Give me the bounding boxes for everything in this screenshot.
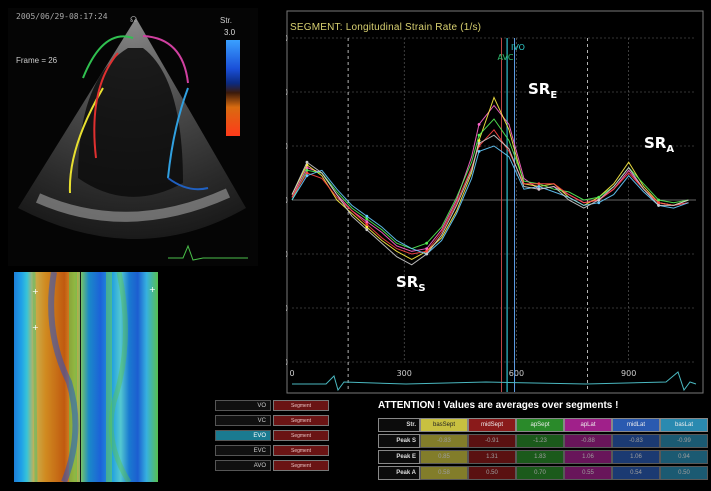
table-cell: -0.83	[612, 434, 660, 448]
timestamp: 2005/06/29-08:17:24	[16, 12, 108, 21]
legend-row[interactable]: VO Segment	[215, 400, 340, 411]
table-cell: 0.85	[420, 450, 468, 464]
table-header-label: Str.	[378, 418, 420, 432]
table-cell: 0.94	[660, 450, 708, 464]
ivo-label: IVO	[511, 43, 525, 52]
series-point	[597, 201, 601, 205]
avc-label: AVC	[497, 53, 513, 62]
legend-row[interactable]: AVO Segment	[215, 460, 340, 471]
series-point	[425, 241, 429, 245]
table-cell: -0.83	[420, 434, 468, 448]
series-point	[477, 150, 481, 153]
echo-sector: ☊	[18, 15, 248, 261]
table-cell: -0.91	[468, 434, 516, 448]
series-point	[597, 195, 601, 199]
strain-rate-graph: 3.0 2.0 1.0 0.0 -1.0 -2.0 -3.00 300 600 900 IVOAVC…	[272, 10, 704, 394]
series-point	[477, 123, 481, 126]
sr-s-annotation: SRS	[396, 273, 426, 294]
x-tick-label: 600	[509, 369, 524, 378]
series-point	[537, 187, 541, 191]
series-point	[305, 168, 309, 172]
series-point	[365, 220, 369, 224]
series-point	[365, 214, 369, 218]
table-column-header[interactable]: apLat	[564, 418, 612, 432]
echo-image-panel: ☊ 2005/06/29-08:17:24 Frame = 26 Str. 3.…	[8, 8, 258, 266]
table-column-header[interactable]: basSept	[420, 418, 468, 432]
table-cell: 1.06	[612, 450, 660, 464]
series-point	[597, 198, 601, 202]
colorbar-max: 3.0	[224, 28, 236, 37]
table-cell: 0.55	[564, 466, 612, 480]
series-point	[305, 171, 309, 175]
graph-title: SEGMENT: Longitudinal Strain Rate (1/s)	[290, 22, 482, 33]
series-point	[365, 222, 369, 226]
legend-row[interactable]: EVC Segment	[215, 445, 340, 456]
svg-text:+: +	[32, 287, 39, 296]
x-tick-label: 900	[621, 369, 636, 378]
table-cell: 0.50	[468, 466, 516, 480]
strain-rate-chart: 3.0 2.0 1.0 0.0 -1.0 -2.0 -3.00 300 600 900 IVOAVC	[272, 10, 704, 394]
x-tick-label: 0	[289, 369, 294, 378]
series-point	[657, 198, 660, 202]
sr-e-annotation: SRE	[528, 80, 558, 101]
table-column-header[interactable]: midSept	[468, 418, 516, 432]
table-cell: 0.50	[660, 466, 708, 480]
series-point	[537, 185, 541, 188]
series-point	[537, 182, 541, 186]
table-cell: -0.99	[660, 434, 708, 448]
x-tick-label: 300	[397, 369, 412, 378]
colorbar-label: Str.	[220, 16, 233, 25]
frame-counter: Frame = 26	[16, 56, 58, 65]
series-point	[657, 204, 660, 207]
peak-values-table: ATTENTION ! Values are averages over seg…	[368, 400, 711, 491]
strain-rate-colorbar	[226, 40, 240, 136]
y-tick-label: -2.0	[286, 304, 288, 313]
table-cell: 0.58	[420, 466, 468, 480]
svg-text:+: +	[149, 285, 156, 294]
table-row-label: Peak E	[378, 450, 420, 464]
table-column-header[interactable]: midLat	[612, 418, 660, 432]
table-column-header[interactable]: basLat	[660, 418, 708, 432]
table-cell: 1.83	[516, 450, 564, 464]
table-cell: -1.23	[516, 434, 564, 448]
y-tick-label: -1.0	[286, 250, 288, 259]
table-cell: -0.88	[564, 434, 612, 448]
series-point	[425, 252, 429, 256]
series-point	[365, 228, 369, 232]
svg-text:☊: ☊	[130, 15, 137, 24]
sr-a-annotation: SRA	[644, 134, 675, 155]
curved-m-mode-panel: + + +	[14, 272, 158, 482]
table-column-header[interactable]: apSept	[516, 418, 564, 432]
attention-message: ATTENTION ! Values are averages over seg…	[378, 400, 619, 411]
table-cell: 1.06	[564, 450, 612, 464]
series-point	[305, 160, 309, 164]
legend-row[interactable]: VC Segment	[215, 415, 340, 426]
series-point	[477, 133, 481, 137]
legend-row[interactable]: EVO Segment	[215, 430, 340, 441]
table-row-label: Peak A	[378, 466, 420, 480]
y-tick-label: 0.0	[286, 196, 288, 205]
series-point	[365, 225, 369, 229]
series-point	[365, 217, 369, 221]
series-point	[305, 174, 309, 178]
table-row-label: Peak S	[378, 434, 420, 448]
table-cell: 1.31	[468, 450, 516, 464]
table-cell: 0.54	[612, 466, 660, 480]
y-tick-label: 1.0	[286, 142, 288, 151]
svg-text:+: +	[32, 323, 39, 332]
y-tick-label: -3.0	[286, 358, 288, 367]
table-cell: 0.70	[516, 466, 564, 480]
series-point	[477, 141, 481, 145]
y-tick-label: 2.0	[286, 88, 288, 97]
y-tick-label: 3.0	[286, 34, 288, 43]
